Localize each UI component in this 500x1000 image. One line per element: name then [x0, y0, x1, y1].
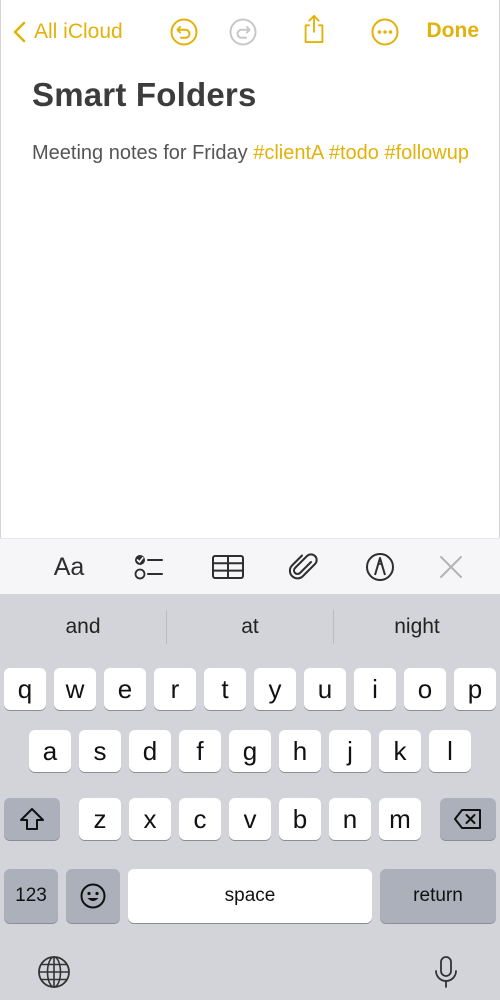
close-icon	[440, 556, 462, 578]
key-n[interactable]: n	[329, 798, 371, 840]
tag-followup[interactable]: #followup	[384, 142, 469, 164]
markup-button[interactable]	[361, 549, 399, 585]
key-a[interactable]: a	[29, 730, 71, 772]
key-q[interactable]: q	[4, 668, 46, 710]
done-button[interactable]: Done	[427, 19, 480, 43]
key-i[interactable]: i	[354, 668, 396, 710]
globe-icon	[38, 956, 70, 988]
delete-key[interactable]	[440, 798, 496, 840]
shift-key[interactable]	[4, 798, 60, 840]
emoji-key[interactable]	[66, 869, 120, 923]
note-title[interactable]: Smart Folders	[32, 76, 257, 114]
markup-icon	[366, 553, 394, 581]
key-e[interactable]: e	[104, 668, 146, 710]
numbers-key[interactable]: 123	[4, 869, 58, 923]
backspace-icon	[454, 809, 481, 829]
ellipsis-circle-icon	[371, 18, 399, 46]
key-u[interactable]: u	[304, 668, 346, 710]
key-m[interactable]: m	[379, 798, 421, 840]
key-g[interactable]: g	[229, 730, 271, 772]
key-x[interactable]: x	[129, 798, 171, 840]
note-body-text: Meeting notes for Friday	[32, 142, 248, 164]
key-r[interactable]: r	[154, 668, 196, 710]
note-body[interactable]: Meeting notes for Friday #clientA #todo …	[32, 134, 472, 172]
checklist-button[interactable]	[129, 549, 167, 585]
more-options-button[interactable]	[368, 15, 402, 49]
tag-todo[interactable]: #todo	[329, 142, 379, 164]
globe-button[interactable]	[34, 952, 74, 992]
share-button[interactable]	[297, 12, 331, 46]
keyboard: and at night q w e r t y u i o p a s d f…	[0, 594, 500, 1000]
emoji-icon	[80, 883, 106, 909]
paperclip-icon	[288, 553, 318, 580]
microphone-icon	[435, 956, 457, 988]
key-s[interactable]: s	[79, 730, 121, 772]
key-b[interactable]: b	[279, 798, 321, 840]
key-t[interactable]: t	[204, 668, 246, 710]
redo-button[interactable]	[226, 15, 260, 49]
key-w[interactable]: w	[54, 668, 96, 710]
key-z[interactable]: z	[79, 798, 121, 840]
key-k[interactable]: k	[379, 730, 421, 772]
key-c[interactable]: c	[179, 798, 221, 840]
undo-icon	[170, 18, 198, 46]
undo-button[interactable]	[167, 15, 201, 49]
attachment-button[interactable]	[285, 549, 323, 585]
dictation-button[interactable]	[426, 952, 466, 992]
key-l[interactable]: l	[429, 730, 471, 772]
space-key[interactable]: space	[128, 869, 372, 923]
back-label: All iCloud	[34, 20, 123, 43]
key-p[interactable]: p	[454, 668, 496, 710]
formatting-toolbar: Aa	[0, 538, 500, 594]
key-j[interactable]: j	[329, 730, 371, 772]
close-toolbar-button[interactable]	[432, 549, 470, 585]
suggestion-at[interactable]: at	[167, 594, 333, 660]
tag-client[interactable]: #clientA	[253, 142, 323, 164]
redo-icon	[229, 18, 257, 46]
text-format-button[interactable]: Aa	[50, 549, 88, 585]
key-y[interactable]: y	[254, 668, 296, 710]
table-button[interactable]	[209, 549, 247, 585]
table-icon	[212, 555, 244, 579]
navigation-bar: All iCloud Done	[0, 0, 500, 64]
back-button[interactable]: All iCloud	[10, 14, 123, 50]
shift-icon	[20, 808, 44, 830]
key-h[interactable]: h	[279, 730, 321, 772]
chevron-left-icon	[13, 21, 26, 43]
key-f[interactable]: f	[179, 730, 221, 772]
key-v[interactable]: v	[229, 798, 271, 840]
predictive-bar: and at night	[0, 594, 500, 660]
share-icon	[304, 15, 324, 43]
key-d[interactable]: d	[129, 730, 171, 772]
checklist-icon	[134, 555, 163, 580]
key-o[interactable]: o	[404, 668, 446, 710]
suggestion-night[interactable]: night	[334, 594, 500, 660]
return-key[interactable]: return	[380, 869, 496, 923]
suggestion-and[interactable]: and	[0, 594, 166, 660]
